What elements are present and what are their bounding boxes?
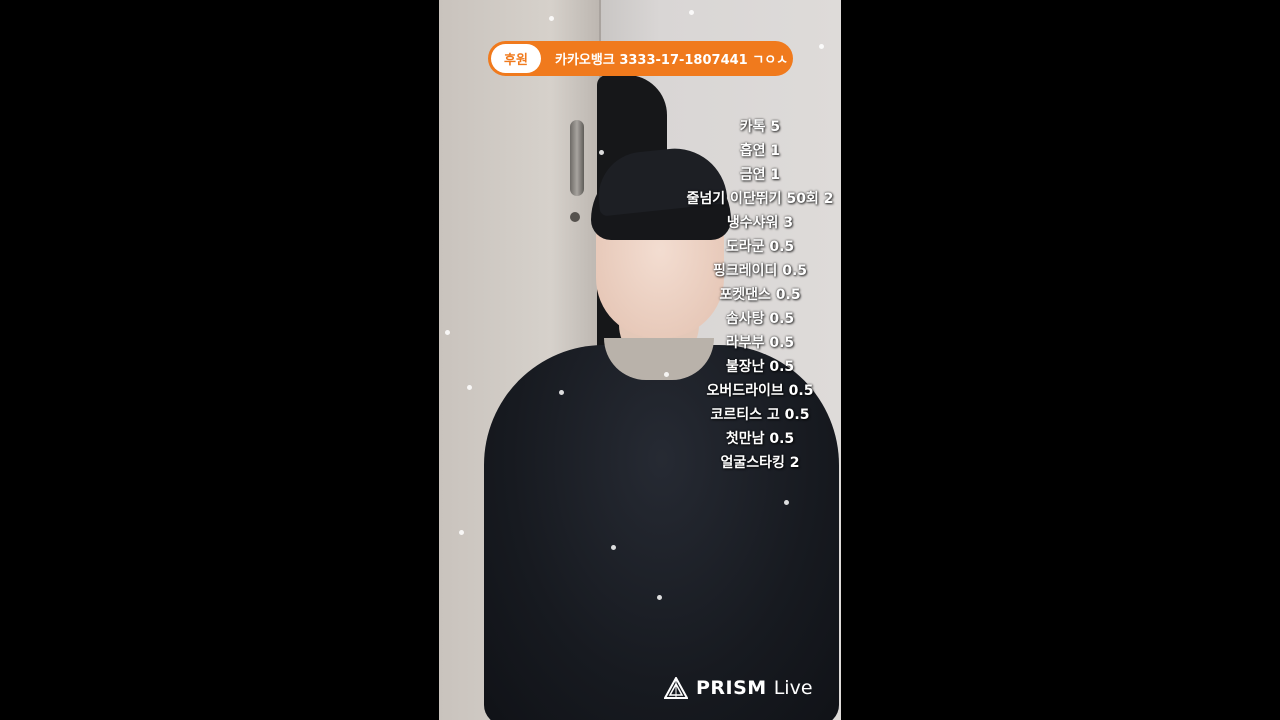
- donation-account-text: 카카오뱅크 3333-17-1807441 ㄱㅇㅅ: [555, 53, 789, 68]
- mission-item: 카톡 5: [739, 119, 781, 135]
- snow-particle: [599, 150, 604, 155]
- mission-item: 흡연 1: [739, 143, 781, 159]
- mission-item: 얼굴스타킹 2: [720, 455, 800, 471]
- video-stage: 후원 카카오뱅크 3333-17-1807441 ㄱㅇㅅ 카톡 5 흡연 1 금…: [0, 0, 1280, 720]
- snow-particle: [559, 390, 564, 395]
- snow-particle: [549, 16, 554, 21]
- mission-item: 불장난 0.5: [725, 359, 795, 375]
- snow-particle: [657, 595, 662, 600]
- mission-item: 포켓댄스 0.5: [719, 287, 801, 303]
- prism-live-watermark: PRISM Live: [664, 677, 813, 699]
- mission-item: 냉수샤워 3: [726, 215, 794, 231]
- donation-banner: 후원 카카오뱅크 3333-17-1807441 ㄱㅇㅅ: [488, 41, 793, 76]
- mission-list: 카톡 5 흡연 1 금연 1 줄넘기 이단뛰기 50회 2 냉수샤워 3 도라군…: [660, 115, 860, 475]
- mission-item: 줄넘기 이단뛰기 50회 2: [686, 191, 834, 207]
- donation-tag: 후원: [491, 44, 541, 73]
- mission-item: 코르티스 고 0.5: [710, 407, 810, 423]
- mission-item: 솜사탕 0.5: [725, 311, 795, 327]
- watermark-brand: PRISM: [696, 677, 767, 699]
- mission-item: 도라군 0.5: [725, 239, 795, 255]
- snow-particle: [459, 530, 464, 535]
- watermark-suffix: Live: [773, 677, 813, 699]
- snow-particle: [689, 10, 694, 15]
- mission-item: 오버드라이브 0.5: [706, 383, 814, 399]
- mission-item: 금연 1: [739, 167, 781, 183]
- snow-particle: [784, 500, 789, 505]
- mission-item: 라부부 0.5: [725, 335, 795, 351]
- snow-particle: [467, 385, 472, 390]
- mission-item: 첫만남 0.5: [725, 431, 795, 447]
- prism-logo-icon: [664, 677, 688, 699]
- snow-particle: [445, 330, 450, 335]
- snow-particle: [819, 44, 824, 49]
- snow-particle: [611, 545, 616, 550]
- mission-item: 핑크레이디 0.5: [712, 263, 808, 279]
